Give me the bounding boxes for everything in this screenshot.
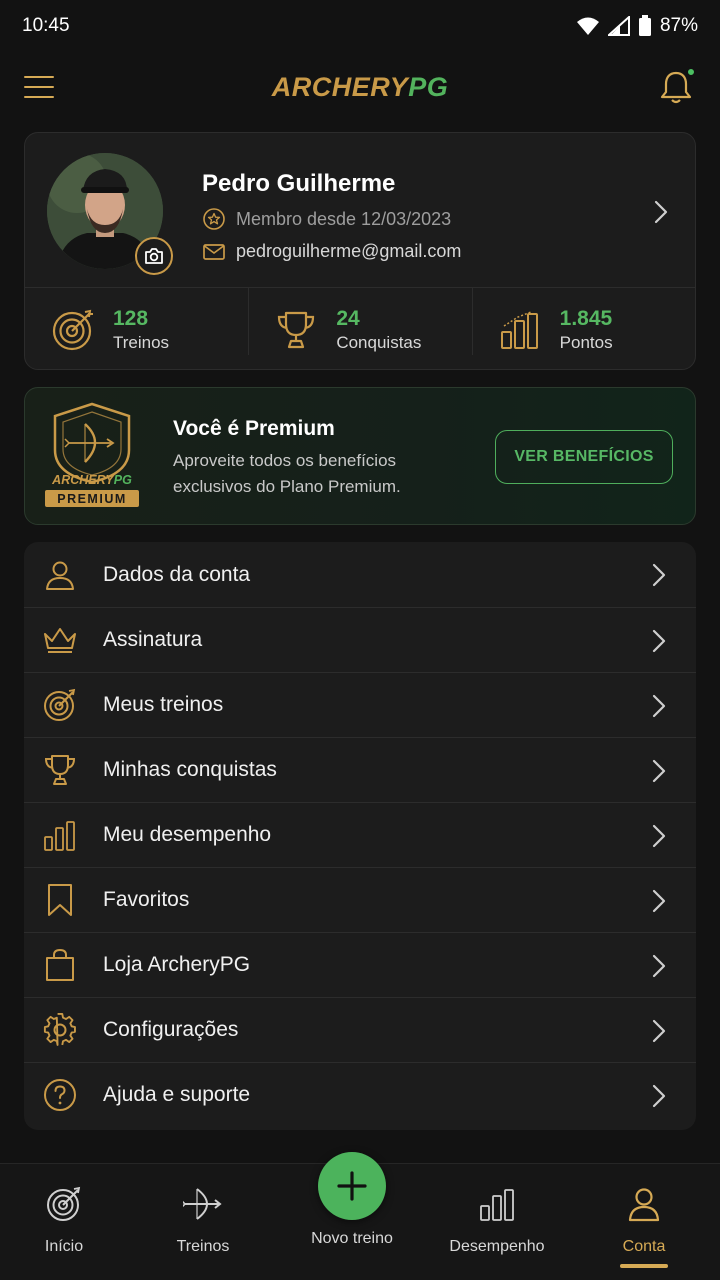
help-icon	[42, 1077, 78, 1113]
svg-text:ARCHERYPG: ARCHERYPG	[51, 473, 132, 487]
stat-treinos: 128 Treinos	[25, 288, 248, 371]
nav-label: Início	[44, 1238, 84, 1255]
account-menu: Dados da conta Assinatura Meus treinos M…	[24, 542, 696, 1130]
bow-icon	[183, 1184, 223, 1224]
nav-treinos[interactable]: Treinos	[138, 1164, 268, 1280]
menu-item-meus-treinos[interactable]: Meus treinos	[24, 672, 696, 737]
wifi-icon	[576, 17, 599, 35]
profile-stats: 128 Treinos 24 Conquistas 1.845 Pontos	[25, 287, 695, 371]
stat-label: Conquistas	[336, 332, 422, 352]
camera-icon	[145, 248, 163, 264]
user-icon	[624, 1184, 664, 1224]
target-icon	[52, 309, 93, 350]
email-row: pedroguilherme@gmail.com	[202, 241, 461, 262]
menu-item-favoritos[interactable]: Favoritos	[24, 867, 696, 932]
notification-dot	[686, 67, 696, 77]
menu-item-label: Configurações	[103, 1018, 239, 1041]
active-tab-indicator	[620, 1264, 668, 1268]
menu-item-configuracoes[interactable]: Configurações	[24, 997, 696, 1062]
stat-value: 1.845	[559, 306, 613, 330]
avatar[interactable]	[47, 153, 173, 275]
profile-name: Pedro Guilherme	[202, 170, 396, 197]
menu-item-label: Loja ArcheryPG	[103, 953, 251, 976]
change-photo-button[interactable]	[135, 237, 173, 275]
new-training-label: Novo treino	[311, 1230, 393, 1247]
app-logo: ARCHERYPG	[271, 71, 449, 102]
svg-text:PREMIUM: PREMIUM	[57, 492, 127, 506]
menu-item-minhas-conquistas[interactable]: Minhas conquistas	[24, 737, 696, 802]
chevron-right-icon	[652, 629, 666, 653]
menu-item-label: Favoritos	[103, 888, 190, 911]
nav-label: Treinos	[176, 1238, 230, 1255]
menu-item-label: Dados da conta	[103, 562, 251, 586]
bars-icon	[477, 1184, 517, 1224]
badge-star-icon	[203, 208, 225, 230]
chevron-right-icon	[652, 694, 666, 718]
stat-value: 24	[336, 306, 360, 330]
nav-desempenho[interactable]: Desempenho	[432, 1164, 562, 1280]
trophy-icon	[278, 311, 315, 348]
chevron-right-icon	[652, 889, 666, 913]
bars-icon	[500, 310, 538, 349]
nav-conta[interactable]: Conta	[579, 1164, 709, 1280]
trophy-icon	[42, 752, 78, 788]
chevron-right-icon	[652, 824, 666, 848]
chevron-right-icon	[652, 1019, 666, 1043]
profile-card[interactable]: Pedro Guilherme Membro desde 12/03/2023 …	[24, 132, 696, 370]
chevron-right-icon	[652, 1084, 666, 1108]
bookmark-icon	[42, 882, 78, 918]
nav-label: Conta	[622, 1238, 666, 1255]
menu-item-label: Assinatura	[103, 628, 203, 651]
user-icon	[42, 557, 78, 593]
premium-card: ARCHERYPG PREMIUM Você é Premium Aprovei…	[24, 387, 696, 525]
premium-badge: ARCHERYPG PREMIUM	[43, 402, 141, 510]
signal-icon	[607, 16, 630, 36]
target-icon	[42, 687, 78, 723]
battery-icon	[638, 15, 651, 36]
gear-icon	[42, 1012, 78, 1048]
menu-item-label: Ajuda e suporte	[103, 1083, 251, 1106]
nav-inicio[interactable]: Início	[0, 1164, 129, 1280]
premium-description: Aproveite todos os benefícios exclusivos…	[173, 451, 401, 496]
shopping-bag-icon	[42, 947, 78, 983]
view-benefits-button[interactable]: VER BENEFÍCIOS	[495, 430, 673, 484]
stat-pontos: 1.845 Pontos	[471, 288, 695, 371]
hamburger-menu-icon[interactable]	[24, 69, 60, 105]
app-header: ARCHERYPG	[0, 52, 720, 122]
status-icons: 87%	[576, 15, 698, 37]
status-bar: 10:45 87%	[0, 0, 720, 52]
chevron-right-icon[interactable]	[649, 197, 673, 227]
menu-item-loja[interactable]: Loja ArcheryPG	[24, 932, 696, 997]
target-icon	[44, 1184, 84, 1224]
battery-percent: 87%	[659, 15, 698, 36]
notification-bell-icon[interactable]	[656, 67, 696, 107]
chevron-right-icon	[652, 563, 666, 587]
status-time: 10:45	[22, 15, 70, 36]
menu-item-dados-da-conta[interactable]: Dados da conta	[24, 542, 696, 607]
member-since-row: Membro desde 12/03/2023	[202, 207, 451, 231]
chevron-right-icon	[652, 954, 666, 978]
mail-icon	[203, 243, 225, 260]
bars-icon	[42, 817, 78, 853]
stat-value: 128	[113, 306, 149, 330]
premium-title: Você é Premium	[173, 417, 335, 440]
stat-label: Pontos	[559, 332, 613, 352]
crown-icon	[42, 622, 78, 658]
email-text: pedroguilherme@gmail.com	[236, 241, 462, 261]
nav-label: Desempenho	[449, 1238, 545, 1255]
plus-icon	[337, 1171, 367, 1201]
new-training-button[interactable]	[318, 1152, 386, 1220]
menu-item-label: Meu desempenho	[103, 823, 272, 846]
stat-label: Treinos	[113, 332, 170, 352]
stat-conquistas: 24 Conquistas	[248, 288, 471, 371]
menu-item-assinatura[interactable]: Assinatura	[24, 607, 696, 672]
menu-item-label: Minhas conquistas	[103, 758, 277, 781]
member-since-text: Membro desde 12/03/2023	[236, 208, 452, 229]
chevron-right-icon	[652, 759, 666, 783]
menu-item-meu-desempenho[interactable]: Meu desempenho	[24, 802, 696, 867]
menu-item-ajuda[interactable]: Ajuda e suporte	[24, 1062, 696, 1127]
menu-item-label: Meus treinos	[103, 693, 224, 716]
